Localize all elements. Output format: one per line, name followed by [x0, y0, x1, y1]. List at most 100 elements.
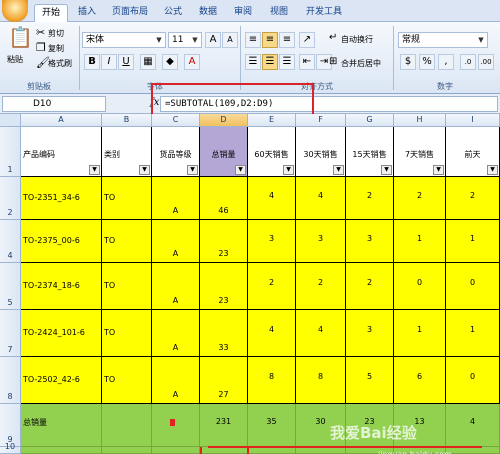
header-cell[interactable]: 15天销售 ▼ [346, 127, 394, 177]
tab-review[interactable]: 审阅 [228, 4, 258, 22]
italic-button[interactable]: I [101, 54, 117, 70]
data-cell[interactable]: 46 [200, 177, 248, 220]
data-cell[interactable]: A [152, 177, 200, 220]
column-header-d[interactable]: D [200, 114, 248, 127]
data-cell[interactable]: 4 [248, 177, 296, 220]
comma-button[interactable]: , [438, 54, 454, 70]
column-header-g[interactable]: G [346, 114, 394, 127]
data-cell[interactable]: 1 [446, 220, 500, 263]
wrap-text-icon[interactable]: ↵ [329, 32, 337, 44]
data-cell[interactable]: 0 [446, 357, 500, 404]
filter-dropdown-icon[interactable]: ▼ [333, 165, 344, 175]
header-cell[interactable]: 前天 ▼ [446, 127, 500, 177]
paste-label[interactable]: 粘贴 [7, 54, 23, 65]
tab-insert[interactable]: 插入 [72, 4, 102, 22]
data-cell[interactable]: 2 [446, 177, 500, 220]
column-header-b[interactable]: B [102, 114, 152, 127]
total-cell[interactable]: 35 [248, 404, 296, 447]
format-painter-button[interactable]: 格式刷 [48, 58, 72, 69]
total-cell[interactable]: 152 [200, 447, 248, 454]
product-code-cell[interactable]: TO-2374_18-6 [21, 263, 102, 310]
align-left-button[interactable]: ☰ [245, 54, 261, 70]
data-cell[interactable]: 0 [394, 263, 446, 310]
data-cell[interactable]: 27 [200, 357, 248, 404]
data-cell[interactable]: 8 [248, 357, 296, 404]
data-cell[interactable]: TO [102, 310, 152, 357]
product-code-cell[interactable]: TO-2375_00-6 [21, 220, 102, 263]
row-header-1[interactable]: 1 [0, 127, 21, 177]
row-header-10[interactable]: 10 [0, 442, 21, 454]
data-cell[interactable]: 6 [394, 357, 446, 404]
column-header-c[interactable]: C [152, 114, 200, 127]
header-cell[interactable]: 总销量 ▼ [200, 127, 248, 177]
total-cell[interactable]: 21 [248, 447, 296, 454]
merge-center-icon[interactable]: ⊞ [329, 56, 337, 68]
align-top-button[interactable]: ≡ [245, 32, 261, 48]
filter-dropdown-icon[interactable]: ▼ [433, 165, 444, 175]
product-code-cell[interactable]: TO-2424_101-6 [21, 310, 102, 357]
filter-dropdown-icon[interactable]: ▼ [235, 165, 246, 175]
data-cell[interactable]: A [152, 310, 200, 357]
orientation-button[interactable]: ↗ [299, 32, 315, 48]
tab-page-layout[interactable]: 页面布局 [106, 4, 154, 22]
copy-button[interactable]: 复制 [48, 43, 64, 54]
total-cell[interactable] [446, 447, 500, 454]
font-color-button[interactable]: A [184, 54, 200, 70]
grow-font-button[interactable]: A [205, 32, 221, 48]
percent-button[interactable]: % [419, 54, 435, 70]
fill-color-button[interactable]: ◆ [162, 54, 178, 70]
filter-dropdown-icon[interactable]: ▼ [139, 165, 150, 175]
filter-dropdown-icon[interactable]: ▼ [283, 165, 294, 175]
row-header-8[interactable]: 8 [0, 357, 21, 404]
filter-dropdown-icon[interactable]: ▼ [89, 165, 100, 175]
border-button[interactable]: ▦ [140, 54, 156, 70]
align-right-button[interactable]: ☰ [279, 54, 295, 70]
row-header-4[interactable]: 4 [0, 220, 21, 263]
tab-home[interactable]: 开始 [34, 4, 68, 22]
increase-decimal-button[interactable]: .0 [460, 54, 476, 70]
align-center-button[interactable]: ☰ [262, 54, 278, 70]
decrease-decimal-button[interactable]: .00 [478, 54, 494, 70]
total-label-cell[interactable]: 显示销量 [21, 447, 102, 454]
decrease-indent-button[interactable]: ⇤ [299, 54, 315, 70]
header-cell[interactable]: 7天销售 ▼ [394, 127, 446, 177]
row-header-7[interactable]: 7 [0, 310, 21, 357]
data-cell[interactable]: 0 [446, 263, 500, 310]
data-cell[interactable]: 8 [296, 357, 346, 404]
cut-button[interactable]: 剪切 [48, 28, 64, 39]
shrink-font-button[interactable]: A [222, 32, 238, 48]
underline-button[interactable]: U [118, 54, 134, 70]
data-cell[interactable]: 4 [296, 310, 346, 357]
data-cell[interactable]: 3 [346, 220, 394, 263]
header-cell[interactable]: 产品编码 ▼ [21, 127, 102, 177]
row-header-2[interactable]: 2 [0, 177, 21, 220]
data-cell[interactable]: 1 [394, 310, 446, 357]
merge-center-button[interactable]: 合并后居中 [341, 58, 381, 69]
filter-dropdown-icon[interactable]: ▼ [487, 165, 498, 175]
data-cell[interactable]: 3 [346, 310, 394, 357]
data-cell[interactable]: 5 [346, 357, 394, 404]
data-cell[interactable]: 1 [394, 220, 446, 263]
filter-dropdown-icon[interactable]: ▼ [381, 165, 392, 175]
header-cell[interactable]: 货品等级 ▼ [152, 127, 200, 177]
data-cell[interactable]: 3 [296, 220, 346, 263]
row-header-5[interactable]: 5 [0, 263, 21, 310]
header-cell[interactable]: 类别 ▼ [102, 127, 152, 177]
data-cell[interactable]: 4 [296, 177, 346, 220]
data-cell[interactable]: TO [102, 357, 152, 404]
select-all-corner[interactable] [0, 114, 21, 127]
total-cell[interactable] [152, 447, 200, 454]
data-cell[interactable]: 23 [200, 263, 248, 310]
number-format-select[interactable]: 常规 ▼ [398, 32, 488, 48]
wrap-text-button[interactable]: 自动换行 [341, 34, 373, 45]
total-cell[interactable] [152, 404, 200, 447]
name-box[interactable]: D10 [2, 96, 106, 112]
total-cell[interactable]: 21 [296, 447, 346, 454]
tab-view[interactable]: 视图 [264, 4, 294, 22]
data-cell[interactable]: 2 [248, 263, 296, 310]
data-cell[interactable]: 2 [346, 263, 394, 310]
data-cell[interactable]: A [152, 357, 200, 404]
column-header-a[interactable]: A [21, 114, 102, 127]
tab-data[interactable]: 数据 [193, 4, 223, 22]
data-cell[interactable]: TO [102, 220, 152, 263]
